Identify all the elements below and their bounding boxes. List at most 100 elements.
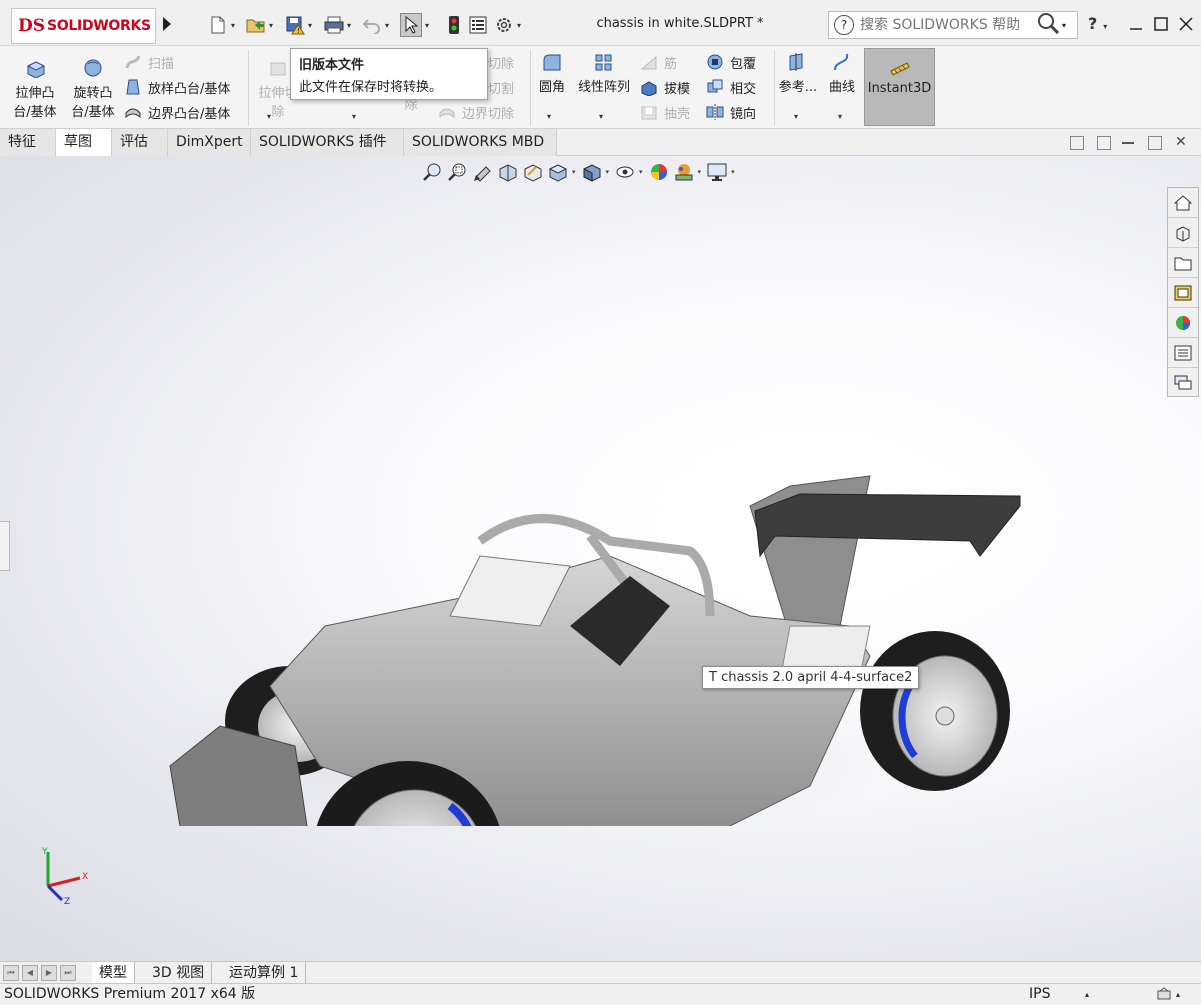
section-view-icon[interactable] [497, 161, 519, 183]
car-model-render[interactable] [150, 326, 1040, 826]
select-dropdown-icon[interactable]: ▾ [422, 21, 432, 30]
new-dropdown-icon[interactable]: ▾ [228, 21, 238, 30]
hide-show-dropdown-icon[interactable]: ▾ [639, 168, 643, 176]
help-button[interactable]: ? ▾ [1088, 14, 1107, 33]
zoom-to-fit-icon[interactable] [422, 161, 444, 183]
dynamic-annotation-icon[interactable] [522, 161, 544, 183]
first-tab-icon[interactable]: ⏮ [3, 965, 19, 981]
sweep-button[interactable]: 扫描 [124, 51, 174, 73]
open-dropdown-icon[interactable]: ▾ [266, 21, 276, 30]
solidworks-resources-tab[interactable] [1168, 188, 1198, 218]
file-explorer-tab[interactable] [1168, 248, 1198, 278]
previous-view-icon[interactable] [472, 161, 494, 183]
view-orientation-icon[interactable] [547, 161, 569, 183]
intersect-button[interactable]: 相交 [706, 76, 756, 98]
view-palette-tab[interactable] [1168, 278, 1198, 308]
viewport-collapse-left-icon[interactable] [1070, 136, 1084, 150]
fillet-button[interactable]: 圆角 [534, 52, 570, 97]
new-document-button[interactable]: ▾ [208, 13, 238, 37]
tab-mbd[interactable]: SOLIDWORKS MBD [404, 129, 557, 156]
viewport-close-icon[interactable]: ✕ [1175, 134, 1187, 150]
pattern-dropdown-icon[interactable]: ▾ [599, 112, 603, 121]
options-dropdown-icon[interactable]: ▾ [514, 21, 524, 30]
close-button[interactable] [1176, 14, 1196, 34]
swept-cut-label[interactable]: 切除 [488, 51, 514, 73]
prev-tab-icon[interactable]: ◀ [22, 965, 38, 981]
open-button[interactable]: ▾ [246, 13, 276, 37]
wrap-button[interactable]: 包覆 [706, 51, 756, 73]
revolve-boss-button[interactable]: 旋转凸 台/基体 [66, 58, 120, 122]
display-style-icon[interactable] [581, 161, 603, 183]
viewport-restore-icon[interactable] [1148, 136, 1162, 150]
solidworks-logo[interactable]: DS SOLIDWORKS [11, 8, 156, 44]
feature-manager-toggle[interactable] [0, 521, 10, 571]
view-orientation-dropdown-icon[interactable]: ▾ [572, 168, 576, 176]
forum-tab[interactable] [1168, 368, 1198, 398]
units-dropdown-icon[interactable]: ▴ [1085, 984, 1089, 1005]
curves-dropdown-icon[interactable]: ▾ [838, 112, 842, 121]
minimize-button[interactable] [1126, 14, 1146, 34]
hole-dropdown-icon[interactable]: ▾ [352, 112, 356, 121]
options-button[interactable]: ▾ [494, 13, 524, 37]
tab-motion-study[interactable]: 运动算例 1 [222, 962, 307, 984]
fillet-dropdown-icon[interactable]: ▾ [547, 112, 551, 121]
hide-show-items-icon[interactable] [614, 161, 636, 183]
extrude-boss-button[interactable]: 拉伸凸 台/基体 [8, 58, 62, 122]
viewport-collapse-right-icon[interactable] [1097, 136, 1111, 150]
tab-addins[interactable]: SOLIDWORKS 插件 [251, 129, 404, 156]
tab-model[interactable]: 模型 [92, 962, 135, 984]
draft-button[interactable]: 拔模 [640, 76, 690, 98]
viewport-minimize-icon[interactable] [1122, 142, 1134, 144]
scene-dropdown-icon[interactable]: ▾ [698, 168, 702, 176]
reference-geometry-button[interactable]: 参考... [778, 52, 818, 97]
mirror-button[interactable]: 镜向 [706, 101, 756, 123]
lofted-cut-label[interactable]: 切割 [488, 76, 514, 98]
undo-dropdown-icon[interactable]: ▾ [382, 21, 392, 30]
maximize-button[interactable] [1151, 14, 1171, 34]
save-dropdown-icon[interactable]: ▾ [305, 21, 315, 30]
design-library-tab[interactable] [1168, 218, 1198, 248]
next-tab-icon[interactable]: ▶ [41, 965, 57, 981]
display-style-dropdown-icon[interactable]: ▾ [606, 168, 610, 176]
tab-dimxpert[interactable]: DimXpert [168, 129, 251, 156]
tab-evaluate[interactable]: 评估 [112, 129, 168, 156]
tab-3d-views[interactable]: 3D 视图 [145, 962, 213, 984]
search-input[interactable] [860, 17, 1030, 33]
reference-dropdown-icon[interactable]: ▾ [794, 112, 798, 121]
menu-expand-icon[interactable] [160, 14, 174, 34]
last-tab-icon[interactable]: ⏭ [60, 965, 76, 981]
select-button[interactable]: ▾ [400, 13, 432, 37]
boundary-cut-button[interactable]: 边界切除 [438, 101, 514, 123]
loft-boss-button[interactable]: 放样凸台/基体 [124, 76, 230, 98]
print-button[interactable]: ▾ [324, 13, 354, 37]
help-search[interactable]: ? ▾ [828, 11, 1078, 39]
boundary-boss-button[interactable]: 边界凸台/基体 [124, 101, 230, 123]
extrude-cut-dropdown-icon[interactable]: ▾ [267, 112, 271, 121]
view-settings-dropdown-icon[interactable]: ▾ [731, 168, 735, 176]
rebuild-button[interactable] [444, 13, 464, 37]
zoom-to-area-icon[interactable] [447, 161, 469, 183]
shell-button[interactable]: 抽壳 [640, 101, 690, 123]
curves-button[interactable]: 曲线 [824, 52, 860, 97]
undo-button[interactable]: ▾ [362, 13, 392, 37]
apply-scene-icon[interactable] [673, 161, 695, 183]
tab-sketch[interactable]: 草图 [56, 129, 112, 156]
help-dropdown-icon[interactable]: ▾ [1103, 22, 1107, 31]
unit-system[interactable]: IPS [1029, 984, 1050, 1005]
graphics-area[interactable]: ▾ ▾ ▾ ▾ ▾ T chassis 2.0 april 4-4-surfac… [0, 156, 1201, 961]
file-properties-button[interactable] [468, 13, 488, 37]
status-dropdown-icon[interactable]: ▴ [1176, 984, 1180, 1005]
appearances-tab[interactable] [1168, 308, 1198, 338]
instant3d-button[interactable]: Instant3D [864, 48, 935, 126]
custom-properties-tab[interactable] [1168, 338, 1198, 368]
linear-pattern-button[interactable]: 线性阵列 [574, 52, 634, 97]
search-icon[interactable] [1036, 12, 1060, 38]
rebuild-status-icon[interactable] [1156, 987, 1174, 1003]
rib-button[interactable]: 筋 [640, 51, 677, 73]
edit-appearance-icon[interactable] [648, 161, 670, 183]
view-settings-icon[interactable] [706, 161, 728, 183]
print-dropdown-icon[interactable]: ▾ [344, 21, 354, 30]
save-button[interactable]: ! ▾ [285, 13, 315, 37]
search-dropdown-icon[interactable]: ▾ [1062, 21, 1066, 30]
tab-features[interactable]: 特征 [0, 129, 56, 156]
